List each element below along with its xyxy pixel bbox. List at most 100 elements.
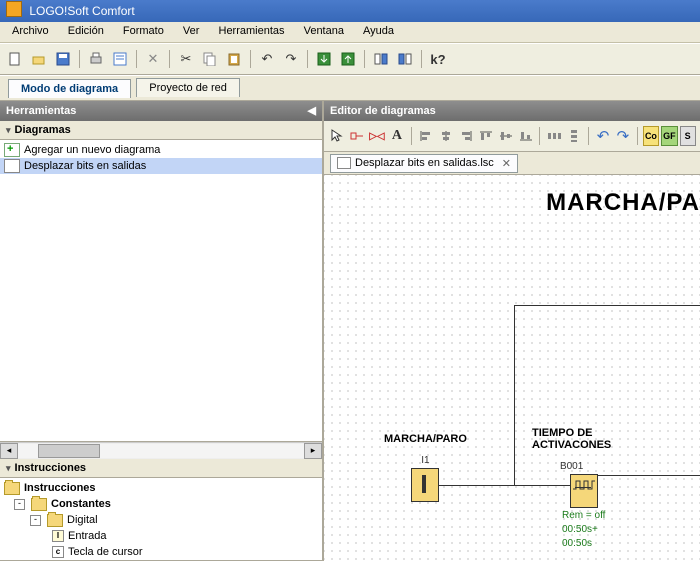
align-middle-button[interactable] <box>497 125 515 147</box>
distribute-h-button[interactable] <box>545 125 563 147</box>
folder-icon <box>4 482 20 495</box>
file-tab-bar: Desplazar bits en salidas.lsc ✕ <box>324 152 700 175</box>
help-button[interactable]: k? <box>427 48 449 70</box>
print-button[interactable] <box>85 48 107 70</box>
scroll-right-icon[interactable]: ▸ <box>304 443 322 459</box>
editor-panel: Editor de diagramas ▷◁ A ↶ ↷ Co GF S <box>324 101 700 561</box>
distribute-v-button[interactable] <box>565 125 583 147</box>
connect-tool[interactable] <box>348 125 366 147</box>
tools-header-label: Herramientas <box>6 101 76 121</box>
window-titlebar: LOGO!Soft Comfort <box>0 0 700 22</box>
digital-label: Digital <box>67 512 98 528</box>
folder-icon <box>47 514 63 527</box>
chevron-down-icon: ▾ <box>6 459 11 477</box>
app-icon <box>6 1 22 17</box>
delete-button[interactable]: ✕ <box>142 48 164 70</box>
align-top-button[interactable] <box>477 125 495 147</box>
diagrams-header[interactable]: ▾ Diagramas <box>0 121 322 140</box>
main-toolbar: ✕ ✂ ↶ ↷ k? <box>0 43 700 75</box>
align-center-h-button[interactable] <box>437 125 455 147</box>
collapse-icon[interactable]: - <box>30 515 41 526</box>
tecla-item[interactable]: c Tecla de cursor <box>0 544 322 560</box>
transfer-button[interactable] <box>394 48 416 70</box>
menu-herramientas[interactable]: Herramientas <box>211 22 293 40</box>
close-tab-icon[interactable]: ✕ <box>502 157 511 170</box>
instructions-header[interactable]: ▾ Instrucciones <box>0 459 322 478</box>
menu-bar: Archivo Edición Formato Ver Herramientas… <box>0 22 700 43</box>
left-panel: Herramientas ◀ ▾ Diagramas Agregar un nu… <box>0 101 324 561</box>
tree-hscroll[interactable]: ◂ ▸ <box>0 442 322 459</box>
diagram-tree[interactable]: Agregar un nuevo diagrama Desplazar bits… <box>0 140 322 442</box>
download-button[interactable] <box>313 48 335 70</box>
instr-root-label: Instrucciones <box>24 480 96 496</box>
tecla-label: Tecla de cursor <box>68 544 143 560</box>
diagram-icon <box>4 159 20 173</box>
diagram-title: MARCHA/PA <box>546 189 700 217</box>
new-button[interactable] <box>4 48 26 70</box>
constants-node[interactable]: - Constantes <box>0 496 322 512</box>
copy-button[interactable] <box>199 48 221 70</box>
file-tab[interactable]: Desplazar bits en salidas.lsc ✕ <box>330 154 518 173</box>
instr-root[interactable]: Instrucciones <box>0 480 322 496</box>
pointer-tool[interactable] <box>328 125 346 147</box>
block-annotation: Rem = off <box>562 510 611 522</box>
scroll-left-icon[interactable]: ◂ <box>0 443 18 459</box>
collapse-left-icon[interactable]: ◀ <box>308 101 316 121</box>
open-button[interactable] <box>28 48 50 70</box>
add-icon <box>4 143 20 157</box>
menu-ayuda[interactable]: Ayuda <box>355 22 402 40</box>
scroll-thumb[interactable] <box>38 444 100 458</box>
diagram-file-item[interactable]: Desplazar bits en salidas <box>0 158 322 174</box>
input-block-icon: I <box>52 530 64 542</box>
tab-network-project[interactable]: Proyecto de red <box>136 78 240 97</box>
editor-toolbar: ▷◁ A ↶ ↷ Co GF S <box>324 121 700 152</box>
save-button[interactable] <box>52 48 74 70</box>
align-left-button[interactable] <box>417 125 435 147</box>
instructions-header-label: Instrucciones <box>15 459 87 477</box>
diagram-canvas[interactable]: MARCHA/PA MARCHA/PARO I1 TIEMPO DE ACTIV… <box>324 175 700 561</box>
menu-ver[interactable]: Ver <box>175 22 208 40</box>
editor-undo-button[interactable]: ↶ <box>594 125 612 147</box>
paste-button[interactable] <box>223 48 245 70</box>
digital-node[interactable]: - Digital <box>0 512 322 528</box>
instructions-tree[interactable]: Instrucciones - Constantes - Digital I E… <box>0 478 322 561</box>
constants-label: Constantes <box>51 496 111 512</box>
add-diagram-label: Agregar un nuevo diagrama <box>24 142 160 158</box>
undo-button[interactable]: ↶ <box>256 48 278 70</box>
add-diagram-item[interactable]: Agregar un nuevo diagrama <box>0 142 322 158</box>
s-badge[interactable]: S <box>680 126 696 146</box>
text-tool[interactable]: A <box>388 125 406 147</box>
split-tool[interactable]: ▷◁ <box>368 125 386 147</box>
folder-icon <box>31 498 47 511</box>
preview-button[interactable] <box>109 48 131 70</box>
block-label: MARCHA/PARO <box>384 433 467 445</box>
align-right-button[interactable] <box>457 125 475 147</box>
menu-ventana[interactable]: Ventana <box>296 22 352 40</box>
chevron-down-icon: ▾ <box>6 121 11 139</box>
block-tiempo[interactable]: TIEMPO DE ACTIVACONES B001 Rem = off 00:… <box>532 427 611 550</box>
wire <box>514 305 700 306</box>
cut-button[interactable]: ✂ <box>175 48 197 70</box>
scroll-track[interactable] <box>18 444 304 458</box>
block-id: B001 <box>532 461 611 472</box>
editor-header-label: Editor de diagramas <box>330 101 436 121</box>
entrada-item[interactable]: I Entrada <box>0 528 322 544</box>
timer-block-icon <box>570 474 598 508</box>
redo-button[interactable]: ↷ <box>280 48 302 70</box>
cursor-block-icon: c <box>52 546 64 558</box>
tab-diagram-mode[interactable]: Modo de diagrama <box>8 79 131 98</box>
block-marcha-paro[interactable]: MARCHA/PARO I1 <box>384 433 467 504</box>
menu-formato[interactable]: Formato <box>115 22 172 40</box>
co-badge[interactable]: Co <box>643 126 659 146</box>
editor-redo-button[interactable]: ↷ <box>614 125 632 147</box>
block-label-2: ACTIVACONES <box>532 439 611 451</box>
gf-badge[interactable]: GF <box>661 126 677 146</box>
align-bottom-button[interactable] <box>517 125 535 147</box>
menu-archivo[interactable]: Archivo <box>4 22 57 40</box>
diagram-file-label: Desplazar bits en salidas <box>24 158 146 174</box>
upload-button[interactable] <box>337 48 359 70</box>
menu-edicion[interactable]: Edición <box>60 22 112 40</box>
compare-button[interactable] <box>370 48 392 70</box>
collapse-icon[interactable]: - <box>14 499 25 510</box>
block-annotation: 00:50s <box>562 538 611 550</box>
